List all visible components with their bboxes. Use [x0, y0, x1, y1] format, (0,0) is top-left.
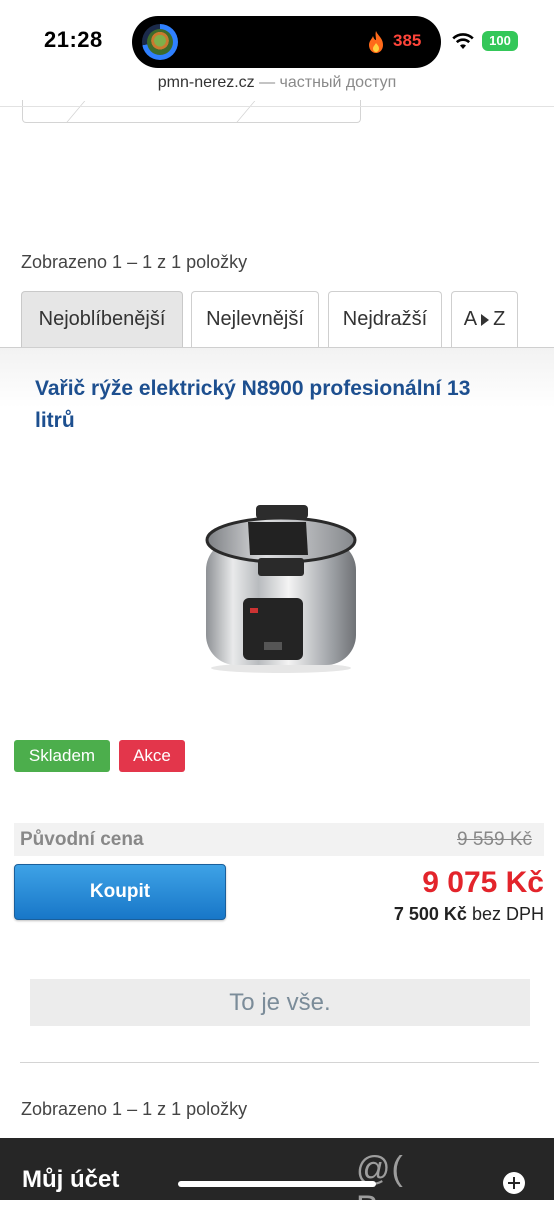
price-without-vat: 7 500 Kč bez DPH — [394, 904, 544, 925]
stock-badge: Skladem — [14, 740, 110, 772]
product-title[interactable]: Vařič rýže elektrický N8900 profesionáln… — [35, 373, 515, 437]
my-account-link[interactable]: Můj účet — [22, 1166, 119, 1194]
home-indicator[interactable] — [178, 1181, 376, 1187]
dynamic-island[interactable]: 385 — [132, 16, 441, 68]
original-price-label: Původní cena — [20, 829, 144, 850]
url-bar[interactable]: pmn-nerez.cz — частный доступ — [0, 74, 554, 92]
tab-most-expensive[interactable]: Nejdražší — [328, 291, 442, 347]
pagination-partial — [22, 100, 361, 123]
tab-cheapest[interactable]: Nejlevnější — [191, 291, 319, 347]
divider — [20, 1062, 539, 1063]
original-price-row: Původní cena 9 559 Kč — [14, 823, 544, 856]
tab-label-a: A — [463, 308, 478, 330]
flame-icon — [369, 31, 383, 53]
sale-badge: Akce — [119, 740, 185, 772]
end-of-list-message: To je vše. — [30, 979, 530, 1026]
result-count-bottom: Zobrazeno 1 – 1 z 1 položky — [21, 1099, 248, 1119]
tab-label: Nejlevnější — [206, 308, 304, 330]
battery-indicator: 100 — [482, 31, 518, 51]
activity-count: 385 — [393, 31, 422, 50]
status-bar: 21:28 385 100 pmn-nerez.cz — частный дос… — [0, 0, 554, 91]
price-net-value: 7 500 Kč — [393, 904, 467, 924]
divider — [0, 106, 554, 107]
tab-label: Nejdražší — [342, 308, 428, 330]
tab-alphabetical[interactable]: A Z — [451, 291, 518, 347]
wifi-icon — [452, 33, 474, 49]
price: 9 075 Kč — [422, 866, 544, 899]
url-subtitle: — частный доступ — [259, 74, 397, 91]
price-net-suffix: bez DPH — [471, 904, 544, 924]
result-count: Zobrazeno 1 – 1 z 1 položky — [21, 252, 248, 272]
arrow-right-icon — [481, 313, 490, 326]
original-price: 9 559 Kč — [457, 829, 532, 850]
plus-icon[interactable] — [503, 1172, 525, 1194]
product-image[interactable] — [196, 500, 366, 675]
activity-ring-icon — [142, 24, 178, 60]
url-domain: pmn-nerez.cz — [157, 74, 255, 91]
status-time: 21:28 — [44, 27, 103, 52]
watermark: @( Bazos.cz — [356, 1150, 502, 1227]
buy-button[interactable]: Koupit — [14, 864, 226, 920]
tab-label-z: Z — [493, 308, 506, 330]
tab-most-popular[interactable]: Nejoblíbenější — [21, 291, 183, 347]
tab-label: Nejoblíbenější — [38, 308, 166, 330]
